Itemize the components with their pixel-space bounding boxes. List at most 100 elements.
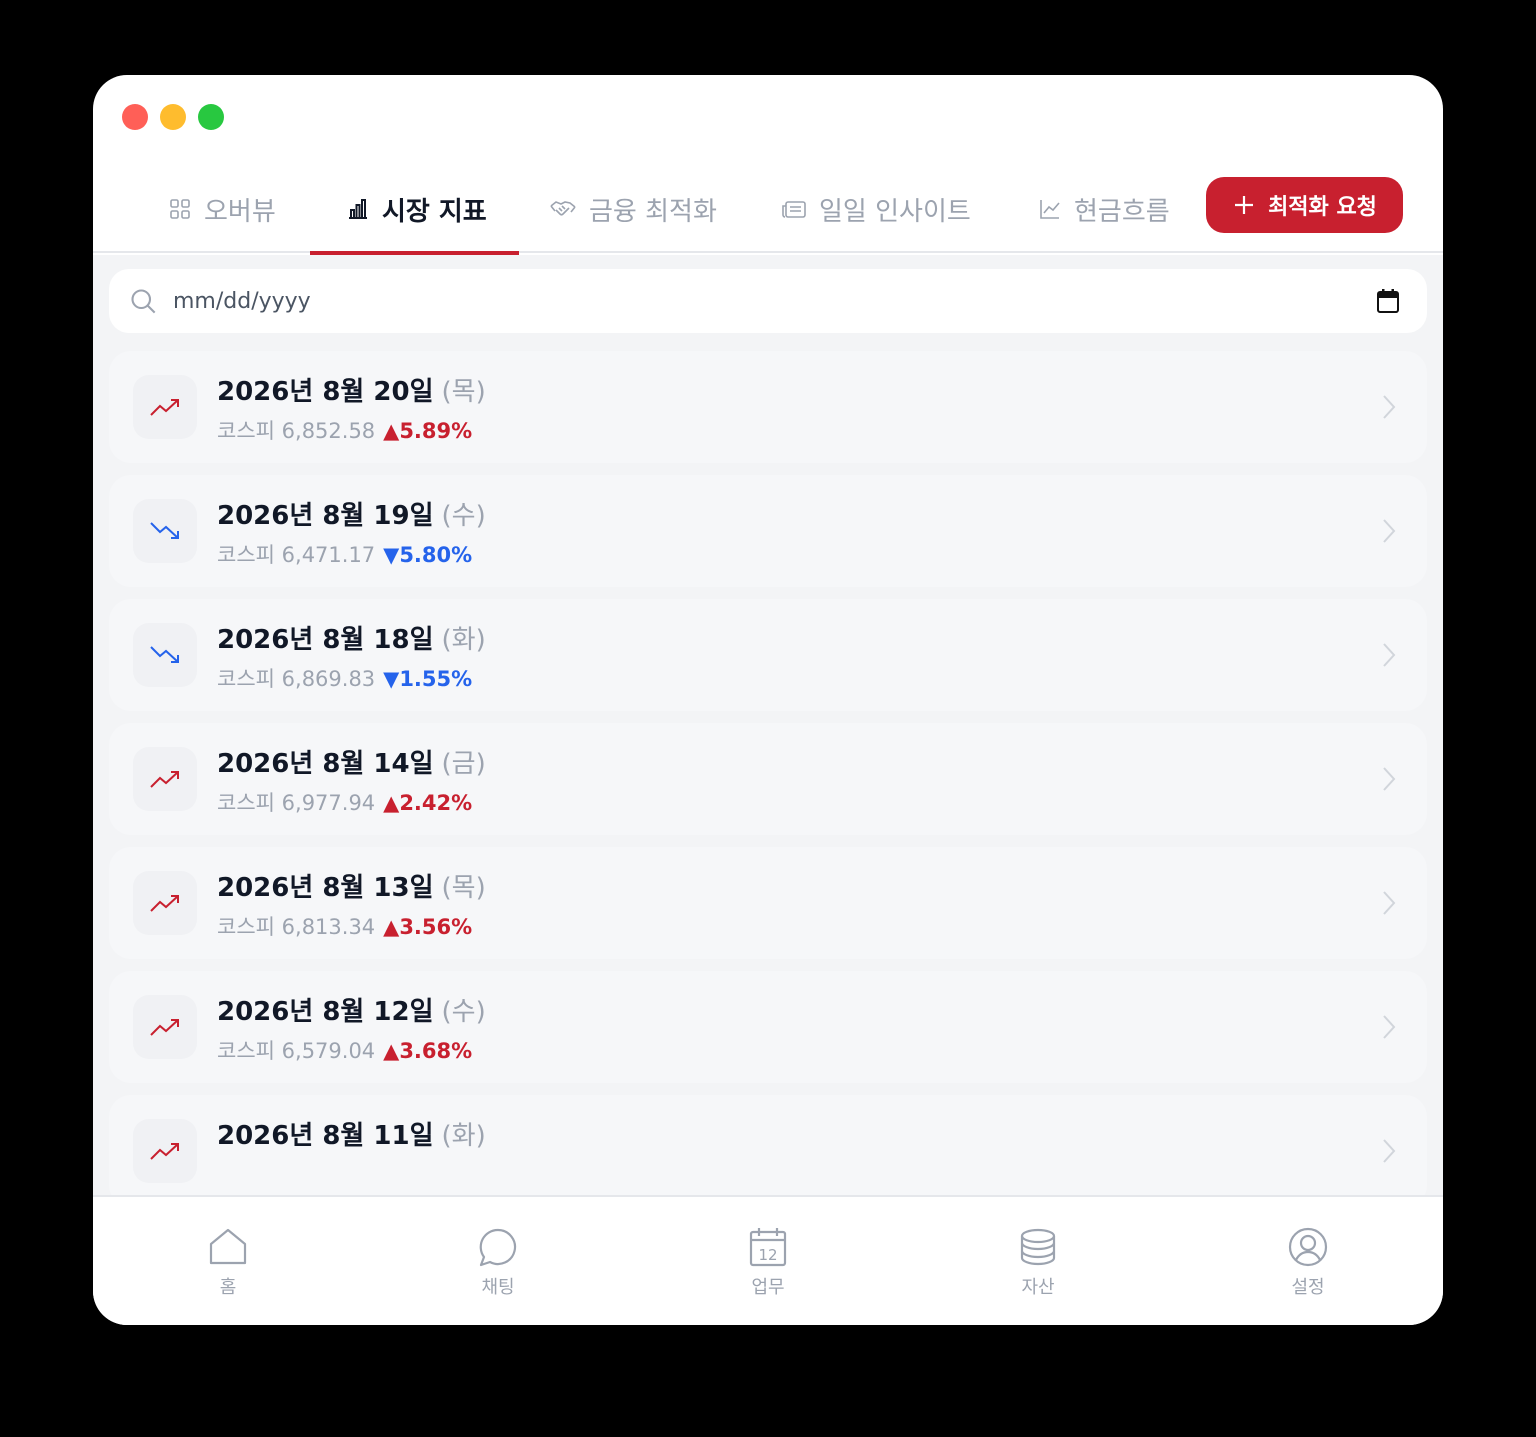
chevron-right-icon — [1383, 1015, 1396, 1039]
list-item[interactable]: 2026년 8월 14일 (금) 코스피 6,977.94 ▲2.42% — [109, 723, 1427, 835]
tab-market-indicators[interactable]: 시장 지표 — [310, 165, 519, 255]
nav-tasks[interactable]: 12 업무 — [708, 1227, 828, 1299]
entry-date: 2026년 8월 11일 (화) — [217, 1121, 486, 1151]
list-item[interactable]: 2026년 8월 20일 (목) 코스피 6,852.58 ▲5.89% — [109, 351, 1427, 463]
nav-label: 자산 — [1021, 1277, 1055, 1298]
chat-icon — [479, 1228, 517, 1267]
entry-weekday: (화) — [441, 625, 486, 655]
index-value: 6,579.04 — [281, 1039, 376, 1063]
market-entry-list: 2026년 8월 20일 (목) 코스피 6,852.58 ▲5.89% 2026년… — [109, 351, 1427, 1195]
trend-up-icon — [150, 1019, 179, 1036]
chevron-right-icon — [1383, 395, 1396, 419]
index-label: 코스피 — [217, 419, 275, 443]
trend-icon-box — [133, 499, 197, 563]
nav-settings[interactable]: 설정 — [1248, 1227, 1368, 1299]
tab-label: 금융 최적화 — [589, 196, 717, 227]
nav-label: 설정 — [1291, 1277, 1325, 1298]
trend-up-icon — [150, 399, 179, 416]
tab-label: 시장 지표 — [382, 196, 487, 227]
entry-date: 2026년 8월 18일 (화) — [217, 625, 486, 655]
entry-date: 2026년 8월 20일 (목) — [217, 377, 486, 407]
entry-weekday: (금) — [441, 749, 486, 779]
tab-financial-optimization[interactable]: 금융 최적화 — [549, 165, 717, 253]
tab-daily-insight[interactable]: 일일 인사이트 — [781, 165, 971, 253]
index-change: ▼1.55% — [383, 667, 473, 691]
maximize-window-button[interactable] — [198, 104, 224, 130]
entry-weekday: (수) — [441, 997, 486, 1027]
entry-weekday: (목) — [441, 377, 486, 407]
search-icon — [131, 289, 156, 314]
grid-icon — [170, 199, 190, 219]
list-item[interactable]: 2026년 8월 12일 (수) 코스피 6,579.04 ▲3.68% — [109, 971, 1427, 1083]
request-optimization-label: 최적화 요청 — [1268, 195, 1377, 220]
nav-home[interactable]: 홈 — [168, 1227, 288, 1299]
trend-icon-box — [133, 623, 197, 687]
trend-icon-box — [133, 1119, 197, 1183]
trend-icon-box — [133, 747, 197, 811]
nav-label: 업무 — [751, 1277, 785, 1298]
list-item[interactable]: 2026년 8월 19일 (수) 코스피 6,471.17 ▼5.80% — [109, 475, 1427, 587]
chevron-right-icon — [1383, 643, 1396, 667]
entry-summary: 코스피 6,471.17 ▼5.80% — [217, 539, 472, 569]
index-value: 6,869.83 — [281, 667, 376, 691]
chevron-right-icon — [1383, 891, 1396, 915]
list-item[interactable]: 2026년 8월 11일 (화) — [109, 1095, 1427, 1195]
entry-summary: 코스피 6,977.94 ▲2.42% — [217, 787, 472, 817]
close-window-button[interactable] — [122, 104, 148, 130]
entry-summary: 코스피 6,813.34 ▲3.56% — [217, 911, 472, 941]
newspaper-icon — [782, 201, 806, 218]
index-label: 코스피 — [217, 915, 275, 939]
tab-cash-flow[interactable]: 현금흐름 — [1038, 165, 1170, 253]
nav-label: 채팅 — [481, 1277, 515, 1298]
entry-date: 2026년 8월 19일 (수) — [217, 501, 486, 531]
date-search-bar — [109, 269, 1427, 333]
chevron-right-icon — [1383, 1139, 1396, 1163]
trend-up-icon — [150, 895, 179, 912]
line-chart-icon — [1040, 200, 1060, 219]
index-value: 6,813.34 — [281, 915, 376, 939]
nav-assets[interactable]: 자산 — [978, 1227, 1098, 1299]
entry-summary: 코스피 6,869.83 ▼1.55% — [217, 663, 472, 693]
list-item[interactable]: 2026년 8월 13일 (목) 코스피 6,813.34 ▲3.56% — [109, 847, 1427, 959]
index-change: ▲3.68% — [383, 1039, 473, 1063]
index-value: 6,977.94 — [281, 791, 376, 815]
entry-date: 2026년 8월 14일 (금) — [217, 749, 486, 779]
trend-icon-box — [133, 375, 197, 439]
list-item[interactable]: 2026년 8월 18일 (화) 코스피 6,869.83 ▼1.55% — [109, 599, 1427, 711]
entry-summary: 코스피 6,579.04 ▲3.68% — [217, 1035, 472, 1065]
index-value: 6,471.17 — [281, 543, 376, 567]
index-label: 코스피 — [217, 1039, 275, 1063]
index-change: ▲5.89% — [383, 419, 473, 443]
entry-weekday: (수) — [441, 501, 486, 531]
tab-overview[interactable]: 오버뷰 — [168, 165, 276, 253]
home-icon — [209, 1228, 247, 1265]
app-window: 오버뷰 시장 지표 금융 최적화 일일 인사이트 현금흐름 최적화 요청 mm/… — [93, 75, 1443, 1325]
trend-icon-box — [133, 871, 197, 935]
index-label: 코스피 — [217, 667, 275, 691]
user-circle-icon — [1288, 1227, 1328, 1267]
bar-chart-icon — [349, 199, 367, 219]
date-input[interactable] — [173, 281, 1353, 321]
trend-down-icon — [150, 646, 179, 663]
minimize-window-button[interactable] — [160, 104, 186, 130]
entry-date: 2026년 8월 13일 (목) — [217, 873, 486, 903]
nav-chat[interactable]: 채팅 — [438, 1227, 558, 1299]
handshake-icon — [550, 201, 576, 216]
tab-label: 일일 인사이트 — [819, 196, 971, 227]
nav-label: 홈 — [219, 1277, 237, 1298]
trend-icon-box — [133, 995, 197, 1059]
database-icon — [1020, 1228, 1056, 1266]
tab-bar: 오버뷰 시장 지표 금융 최적화 일일 인사이트 현금흐름 최적화 요청 — [93, 165, 1443, 255]
request-optimization-button[interactable]: 최적화 요청 — [1206, 177, 1403, 233]
window-controls — [122, 104, 224, 130]
trend-up-icon — [150, 771, 179, 788]
index-change: ▲2.42% — [383, 791, 473, 815]
entry-summary: 코스피 6,852.58 ▲5.89% — [217, 415, 472, 445]
index-label: 코스피 — [217, 543, 275, 567]
trend-up-icon — [150, 1143, 179, 1160]
entry-date: 2026년 8월 12일 (수) — [217, 997, 486, 1027]
calendar-icon: 12 — [749, 1228, 787, 1267]
tab-label: 현금흐름 — [1074, 196, 1170, 227]
calendar-picker-icon[interactable] — [1377, 289, 1399, 313]
index-change: ▲3.56% — [383, 915, 473, 939]
